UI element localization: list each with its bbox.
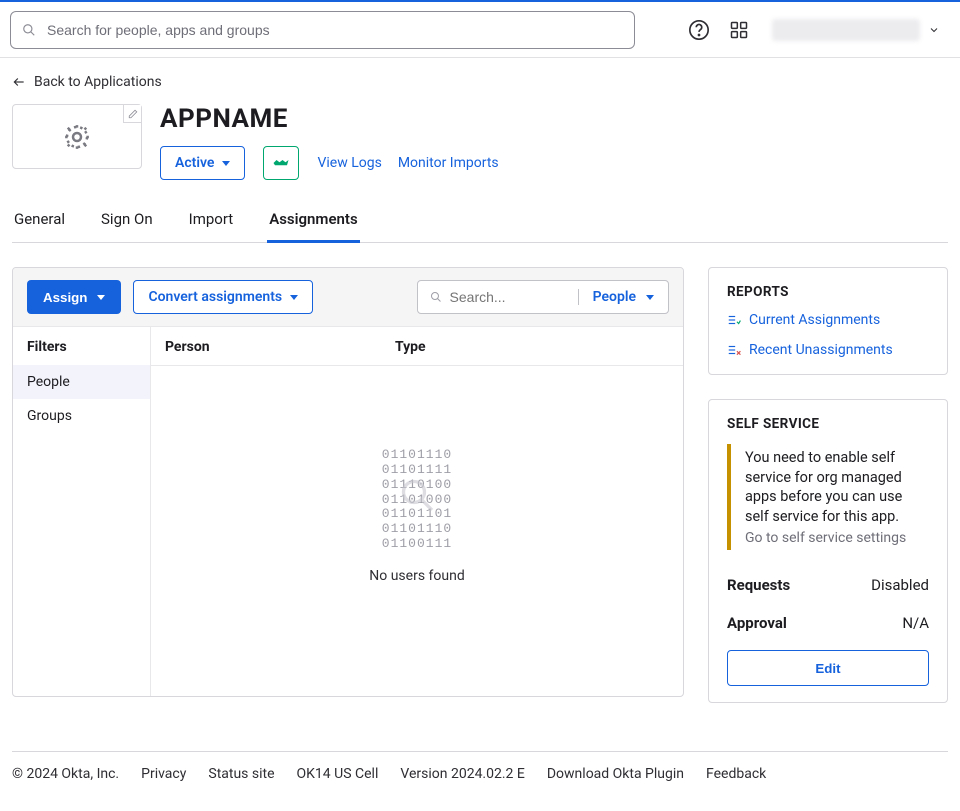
self-service-card: SELF SERVICE You need to enable self ser… xyxy=(708,399,948,703)
tab-signon[interactable]: Sign On xyxy=(99,202,155,242)
approval-label: Approval xyxy=(727,614,787,632)
column-type: Type xyxy=(395,339,669,355)
connector-health-button[interactable] xyxy=(263,146,299,180)
footer-link-download-plugin[interactable]: Download Okta Plugin xyxy=(547,766,684,782)
global-search-input[interactable] xyxy=(10,11,635,49)
footer-link-version[interactable]: Version 2024.02.2 E xyxy=(400,766,525,782)
tab-assignments[interactable]: Assignments xyxy=(267,202,359,243)
search-icon xyxy=(22,23,36,37)
filters-title: Filters xyxy=(13,327,150,365)
requests-label: Requests xyxy=(727,576,790,594)
tab-bar: General Sign On Import Assignments xyxy=(12,202,948,243)
list-remove-icon xyxy=(727,343,741,357)
footer-link-status[interactable]: Status site xyxy=(208,766,274,782)
self-service-message: You need to enable self service for org … xyxy=(745,448,929,526)
app-avatar xyxy=(12,104,142,169)
column-person: Person xyxy=(165,339,395,355)
report-recent-unassignments[interactable]: Recent Unassignments xyxy=(727,342,929,358)
tab-general[interactable]: General xyxy=(12,202,67,242)
empty-state-message: No users found xyxy=(369,568,464,584)
assignments-scope-dropdown[interactable]: People xyxy=(578,289,668,305)
handshake-icon xyxy=(272,156,290,170)
app-header: APPNAME Active View Logs Monitor Imports xyxy=(12,104,948,180)
reports-card: REPORTS Current Assignments Recent Unass… xyxy=(708,267,948,375)
global-search xyxy=(10,11,635,49)
gear-icon xyxy=(62,122,92,152)
assignments-action-bar: Assign Convert assignments People xyxy=(13,268,683,327)
tab-import[interactable]: Import xyxy=(187,202,236,242)
assignments-search-input[interactable] xyxy=(450,289,566,305)
edit-avatar-button[interactable] xyxy=(123,105,141,123)
assignments-table: Person Type 01101110 01101111 01110100 0… xyxy=(151,327,683,696)
filter-people[interactable]: People xyxy=(13,365,150,399)
self-service-title: SELF SERVICE xyxy=(727,416,929,432)
pencil-icon xyxy=(128,109,138,119)
assignments-scope-label: People xyxy=(593,289,636,305)
status-label: Active xyxy=(175,155,214,171)
chevron-down-icon xyxy=(97,295,105,300)
view-logs-link[interactable]: View Logs xyxy=(317,155,381,171)
list-icon xyxy=(727,313,741,327)
user-menu[interactable]: username@example xyxy=(766,15,946,45)
app-title: APPNAME xyxy=(160,104,499,134)
topbar: username@example xyxy=(0,0,960,58)
requests-value: Disabled xyxy=(871,576,929,594)
empty-state: 01101110 01101111 01110100 01101000 0110… xyxy=(151,366,683,696)
user-menu-label: username@example xyxy=(772,19,920,41)
convert-assignments-button[interactable]: Convert assignments xyxy=(133,280,313,314)
reports-title: REPORTS xyxy=(727,284,929,300)
chevron-down-icon xyxy=(646,295,654,300)
footer-copyright: © 2024 Okta, Inc. xyxy=(12,766,119,782)
status-dropdown[interactable]: Active xyxy=(160,146,245,180)
filter-groups[interactable]: Groups xyxy=(13,399,150,433)
magnifier-icon xyxy=(399,477,435,513)
self-service-warning: You need to enable self service for org … xyxy=(727,444,929,550)
footer: © 2024 Okta, Inc. Privacy Status site OK… xyxy=(12,751,948,782)
apps-grid-icon[interactable] xyxy=(726,17,752,43)
self-service-edit-button[interactable]: Edit xyxy=(727,650,929,686)
help-icon[interactable] xyxy=(686,17,712,43)
search-icon xyxy=(430,290,442,304)
monitor-imports-link[interactable]: Monitor Imports xyxy=(398,155,499,171)
assign-button[interactable]: Assign xyxy=(27,280,121,314)
chevron-down-icon xyxy=(222,161,230,166)
assignments-panel: Assign Convert assignments People xyxy=(12,267,684,697)
self-service-settings-link[interactable]: Go to self service settings xyxy=(745,530,929,546)
footer-link-privacy[interactable]: Privacy xyxy=(141,766,186,782)
convert-assignments-label: Convert assignments xyxy=(148,289,282,305)
footer-link-cell[interactable]: OK14 US Cell xyxy=(297,766,379,782)
arrow-left-icon xyxy=(12,75,26,89)
empty-state-art: 01101110 01101111 01110100 01101000 0110… xyxy=(382,448,452,553)
footer-link-feedback[interactable]: Feedback xyxy=(706,766,766,782)
filters-sidebar: Filters People Groups xyxy=(13,327,151,696)
approval-value: N/A xyxy=(902,614,929,632)
report-current-assignments[interactable]: Current Assignments xyxy=(727,312,929,328)
assignments-search: People xyxy=(417,280,669,314)
back-to-applications-label: Back to Applications xyxy=(34,74,162,90)
chevron-down-icon xyxy=(928,24,940,36)
back-to-applications[interactable]: Back to Applications xyxy=(12,74,162,90)
chevron-down-icon xyxy=(290,295,298,300)
assign-button-label: Assign xyxy=(43,290,87,305)
